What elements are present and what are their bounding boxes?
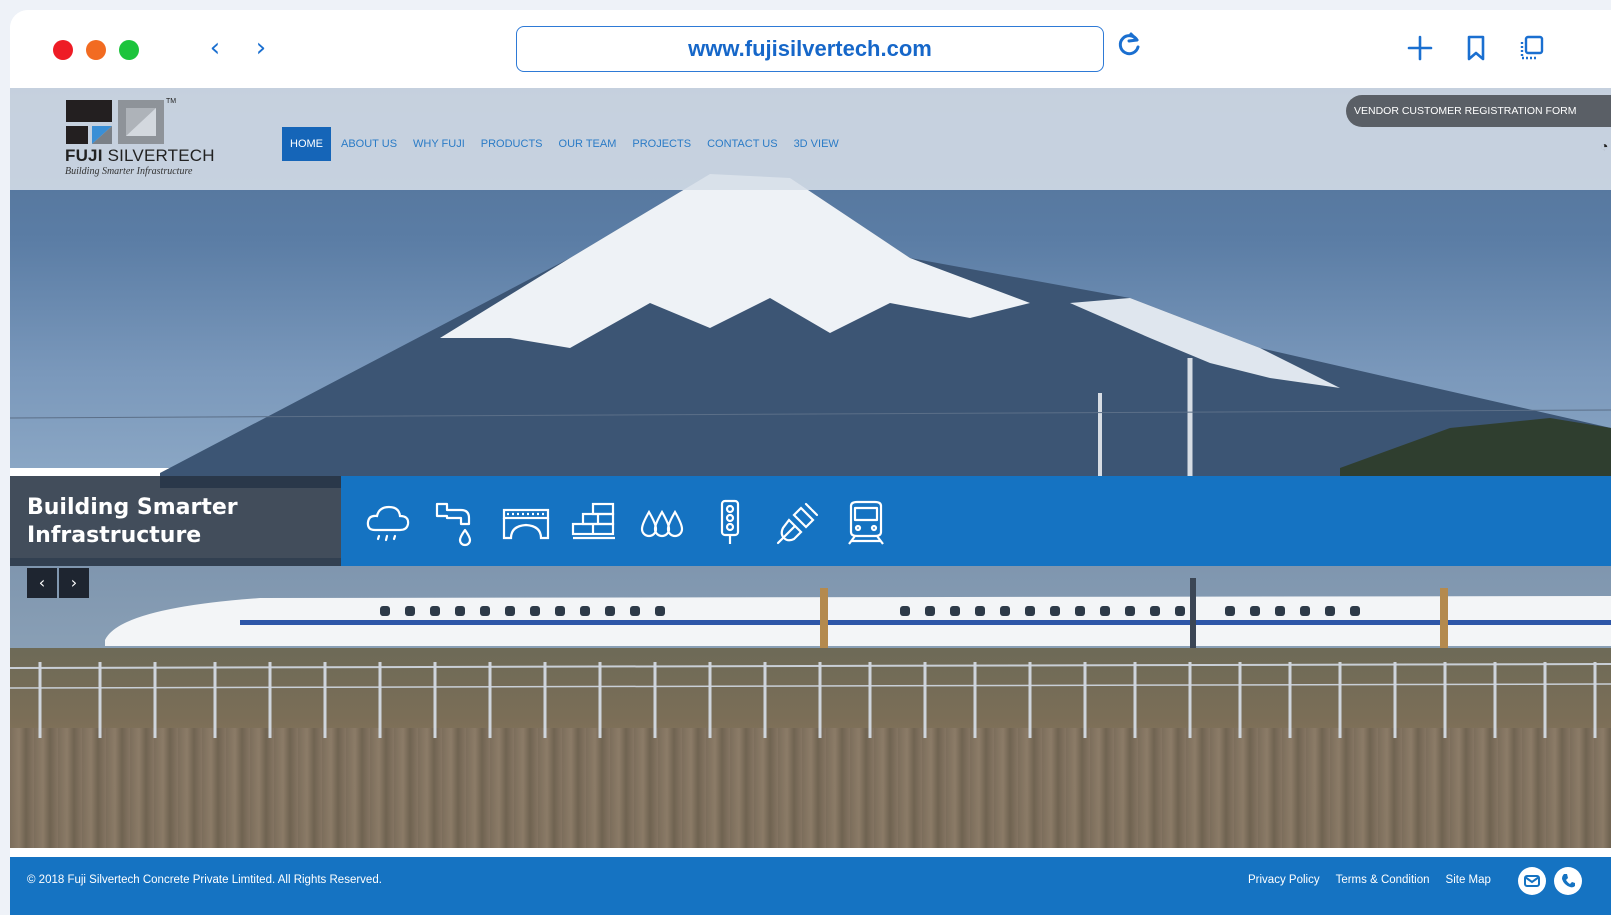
water-tap-icon[interactable] — [433, 498, 483, 548]
site-header: TM FUJI SILVERTECH Building Smarter Infr… — [10, 88, 1611, 190]
browser-toolbar: ‹ › www.fujisilvertech.com — [10, 10, 1611, 88]
browser-window: ‹ › www.fujisilvertech.com TM FUJI SILVE… — [10, 10, 1611, 915]
bridge-icon[interactable] — [501, 498, 551, 548]
nav-contact-us[interactable]: CONTACT US — [699, 127, 786, 161]
hero-caption-box: Building Smarter Infrastructure — [10, 476, 341, 566]
nav-home[interactable]: HOME — [282, 127, 331, 161]
maximize-window-button[interactable] — [119, 40, 139, 60]
reload-icon[interactable] — [1112, 30, 1146, 66]
logo-brand-rest: SILVERTECH — [107, 146, 215, 165]
phone-icon[interactable] — [1554, 867, 1582, 895]
site-footer: © 2018 Fuji Silvertech Concrete Private … — [10, 857, 1611, 915]
mail-icon[interactable] — [1518, 867, 1546, 895]
footer-links: Privacy Policy Terms & Condition Site Ma… — [1248, 874, 1491, 886]
privacy-policy-link[interactable]: Privacy Policy — [1248, 874, 1320, 886]
search-icon[interactable]: ◔ — [1600, 138, 1608, 154]
fence-image — [10, 662, 1611, 738]
chevron-right-icon[interactable]: › — [246, 30, 276, 66]
traffic-light-icon[interactable] — [705, 498, 755, 548]
logo-tagline: Building Smarter Infrastructure — [65, 166, 193, 177]
vendor-registration-button[interactable]: VENDOR CUSTOMER REGISTRATION FORM — [1346, 95, 1611, 127]
nav-our-team[interactable]: OUR TEAM — [551, 127, 625, 161]
logo-tm: TM — [166, 98, 177, 105]
hero-caption: Building Smarter Infrastructure — [27, 495, 238, 548]
nav-3d-view[interactable]: 3D VIEW — [786, 127, 847, 161]
url-bar[interactable]: www.fujisilvertech.com — [516, 26, 1104, 72]
tabs-icon[interactable] — [1516, 32, 1548, 66]
rain-cloud-icon[interactable] — [363, 498, 413, 548]
nav-products[interactable]: PRODUCTS — [473, 127, 551, 161]
slider-prev-button[interactable]: ‹ — [27, 568, 57, 598]
hero-slider — [10, 88, 1611, 848]
copyright-text: © 2018 Fuji Silvertech Concrete Private … — [27, 874, 382, 886]
slider-controls: ‹ › — [27, 568, 89, 598]
main-navigation: HOME ABOUT US WHY FUJI PRODUCTS OUR TEAM… — [282, 127, 847, 161]
url-text: www.fujisilvertech.com — [688, 36, 932, 61]
nav-about-us[interactable]: ABOUT US — [333, 127, 405, 161]
chevron-left-icon[interactable]: ‹ — [200, 30, 230, 66]
plus-icon[interactable] — [1404, 32, 1436, 66]
logo-brand-bold: FUJI — [65, 146, 103, 165]
nav-projects[interactable]: PROJECTS — [624, 127, 699, 161]
power-plug-icon[interactable] — [773, 498, 823, 548]
train-icon[interactable] — [841, 498, 891, 548]
close-window-button[interactable] — [53, 40, 73, 60]
terms-link[interactable]: Terms & Condition — [1336, 874, 1430, 886]
brick-wall-icon[interactable] — [569, 498, 619, 548]
bookmark-icon[interactable] — [1460, 32, 1492, 66]
site-map-link[interactable]: Site Map — [1446, 874, 1491, 886]
nav-why-fuji[interactable]: WHY FUJI — [405, 127, 473, 161]
web-page: TM FUJI SILVERTECH Building Smarter Infr… — [10, 88, 1611, 915]
minimize-window-button[interactable] — [86, 40, 106, 60]
hero-wall — [10, 728, 1611, 848]
logo-wordmark: FUJI SILVERTECH — [65, 146, 215, 166]
category-icon-strip — [341, 476, 1611, 566]
water-drops-icon[interactable] — [637, 498, 687, 548]
slider-next-button[interactable]: › — [59, 568, 89, 598]
